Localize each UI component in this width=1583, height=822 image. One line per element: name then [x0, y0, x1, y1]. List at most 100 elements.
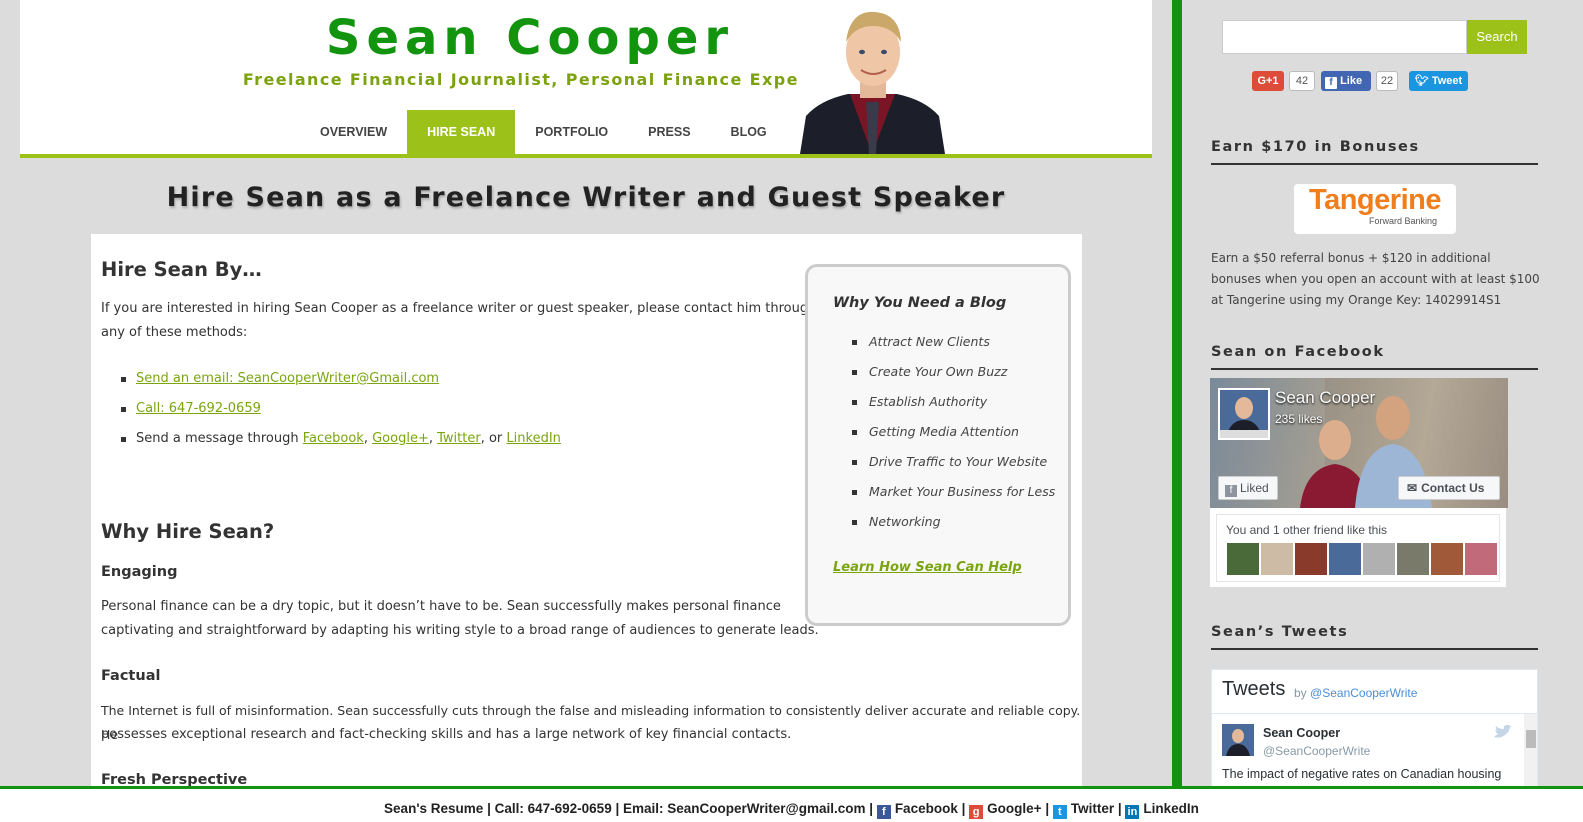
engaging-text-line-2: captivating and straightforward by adapt… — [101, 623, 819, 638]
learn-how-link[interactable]: Learn How Sean Can Help — [833, 560, 1022, 575]
tweets-by-handle[interactable]: @SeanCooperWrite — [1310, 686, 1417, 700]
page-title: Hire Sean as a Freelance Writer and Gues… — [166, 182, 1006, 213]
list-item: Networking — [851, 507, 1055, 537]
footer-facebook-label: Facebook — [894, 801, 958, 816]
footer-separator: | — [961, 801, 966, 816]
footer-separator: | — [487, 801, 491, 816]
facebook-widget-title: Sean on Facebook — [1211, 344, 1538, 370]
sean-portrait-image — [800, 4, 945, 154]
list-item: Send a message through Facebook, Google+… — [121, 424, 561, 454]
tweet-author-handle[interactable]: @SeanCooperWrite — [1263, 744, 1370, 758]
twitter-link[interactable]: Twitter — [437, 431, 481, 446]
footer-call-link[interactable]: Call: 647-692-0659 — [495, 801, 612, 816]
tangerine-subtitle: Forward Banking — [1369, 216, 1438, 226]
nav-overview[interactable]: OVERVIEW — [300, 110, 407, 154]
why-hire-heading: Why Hire Sean? — [101, 520, 275, 543]
scrollbar-thumb[interactable] — [1526, 730, 1536, 748]
footer-links: Sean's Resume | Call: 647-692-0659 | Ema… — [0, 801, 1583, 819]
tweet-author-avatar[interactable] — [1222, 724, 1254, 756]
tangerine-wordmark: Tangerine — [1309, 184, 1441, 216]
nav-blog[interactable]: BLOG — [711, 110, 787, 154]
twitter-timeline: Tweets by @SeanCooperWrite Sean Cooper @… — [1211, 669, 1538, 790]
site-header: Sean Cooper Freelance Financial Journali… — [20, 0, 1152, 158]
linkedin-link[interactable]: LinkedIn — [506, 431, 560, 446]
call-link[interactable]: Call: 647-692-0659 — [136, 401, 261, 416]
sidebar-divider — [1172, 0, 1182, 790]
hire-by-intro-line-1: If you are interested in hiring Sean Coo… — [101, 301, 817, 316]
facebook-cover-photo[interactable]: Sean Cooper 235 likes f Liked ✉ Contact Us — [1210, 378, 1508, 508]
timeline-scrollbar[interactable] — [1524, 714, 1537, 789]
hire-by-intro-line-2: any of these methods: — [101, 325, 248, 340]
twitter-bird-icon: 🐦︎ — [1414, 75, 1429, 87]
friend-avatar[interactable] — [1295, 543, 1327, 575]
facebook-page-name[interactable]: Sean Cooper — [1275, 388, 1375, 408]
facebook-contact-button[interactable]: ✉ Contact Us — [1398, 476, 1500, 500]
footer-email-link[interactable]: Email: SeanCooperWriter@gmail.com — [623, 801, 865, 816]
email-link[interactable]: Send an email: SeanCooperWriter@Gmail.co… — [136, 371, 439, 386]
liked-label: Liked — [1240, 481, 1269, 495]
tweets-by: by @SeanCooperWrite — [1294, 686, 1417, 700]
bonus-widget-title: Earn $170 in Bonuses — [1211, 139, 1538, 165]
engaging-heading: Engaging — [101, 564, 178, 580]
list-item: Send an email: SeanCooperWriter@Gmail.co… — [121, 364, 561, 394]
list-item: Attract New Clients — [851, 327, 1055, 357]
facebook-like-count: 22 — [1376, 71, 1398, 91]
facebook-liked-button[interactable]: f Liked — [1218, 476, 1278, 500]
footer-twitter-link[interactable]: t Twitter — [1052, 801, 1114, 819]
facebook-like-label: Like — [1340, 75, 1363, 87]
divider — [1212, 713, 1537, 714]
friend-avatar[interactable] — [1261, 543, 1293, 575]
google-plus-count: 42 — [1289, 71, 1315, 91]
why-blog-box: Why You Need a Blog Attract New Clients … — [805, 264, 1071, 626]
tweet-text: The impact of negative rates on Canadian… — [1222, 767, 1502, 781]
facebook-icon: f — [876, 805, 891, 819]
footer-facebook-link[interactable]: f Facebook — [876, 801, 958, 819]
factual-text-line-2: possesses exceptional research and fact-… — [101, 727, 792, 742]
friend-avatar[interactable] — [1465, 543, 1497, 575]
linkedin-icon: in — [1125, 805, 1140, 819]
tangerine-promo-text: Earn a $50 referral bonus + $120 in addi… — [1211, 251, 1540, 307]
facebook-like-button[interactable]: f Like — [1321, 71, 1371, 91]
list-item: Drive Traffic to Your Website — [851, 447, 1055, 477]
footer-googleplus-label: Google+ — [987, 801, 1042, 816]
facebook-icon: f — [1325, 77, 1337, 89]
friend-avatar[interactable] — [1431, 543, 1463, 575]
list-item: Create Your Own Buzz — [851, 357, 1055, 387]
google-plus-one-button[interactable]: G+1 — [1252, 71, 1284, 91]
search-button[interactable]: Search — [1467, 20, 1527, 54]
friend-avatar[interactable] — [1363, 543, 1395, 575]
search-input[interactable] — [1222, 20, 1467, 54]
friend-avatar[interactable] — [1227, 543, 1259, 575]
tweets-heading: Tweets — [1222, 678, 1286, 700]
message-prefix: Send a message through — [136, 431, 299, 446]
nav-hire-sean[interactable]: HIRE SEAN — [407, 110, 516, 154]
by-word: by — [1294, 686, 1307, 700]
site-footer: Sean's Resume | Call: 647-692-0659 | Ema… — [0, 786, 1583, 822]
googleplus-link[interactable]: Google+ — [372, 431, 429, 446]
footer-separator: | — [1117, 801, 1122, 816]
tangerine-logo[interactable]: Tangerine Forward Banking — [1294, 184, 1456, 234]
facebook-page-avatar[interactable] — [1218, 388, 1270, 440]
tweet-author-name[interactable]: Sean Cooper — [1263, 726, 1340, 740]
nav-press[interactable]: PRESS — [628, 110, 710, 154]
blog-reasons-list: Attract New Clients Create Your Own Buzz… — [851, 327, 1055, 537]
friend-avatar[interactable] — [1329, 543, 1361, 575]
facebook-link[interactable]: Facebook — [303, 431, 364, 446]
list-item: Establish Authority — [851, 387, 1055, 417]
nav-portfolio[interactable]: PORTFOLIO — [515, 110, 628, 154]
facebook-page-plugin: Sean Cooper 235 likes f Liked ✉ Contact Us… — [1209, 377, 1508, 588]
hire-by-heading: Hire Sean By… — [101, 258, 262, 281]
footer-linkedin-link[interactable]: in LinkedIn — [1125, 801, 1199, 819]
list-item: Call: 647-692-0659 — [121, 394, 561, 424]
friend-avatar[interactable] — [1397, 543, 1429, 575]
footer-googleplus-link[interactable]: g Google+ — [969, 801, 1042, 819]
main-nav: OVERVIEW HIRE SEAN PORTFOLIO PRESS BLOG — [300, 110, 787, 154]
footer-resume-link[interactable]: Sean's Resume — [384, 801, 483, 816]
facebook-friends-text: You and 1 other friend like this — [1226, 523, 1387, 537]
contact-methods-list: Send an email: SeanCooperWriter@Gmail.co… — [121, 364, 561, 454]
tweet-label: Tweet — [1431, 75, 1463, 87]
envelope-icon: ✉ — [1407, 481, 1418, 495]
facebook-like-total: 235 likes — [1275, 412, 1323, 426]
tweet-button[interactable]: 🐦︎ Tweet — [1409, 71, 1468, 91]
twitter-icon: t — [1052, 805, 1067, 819]
